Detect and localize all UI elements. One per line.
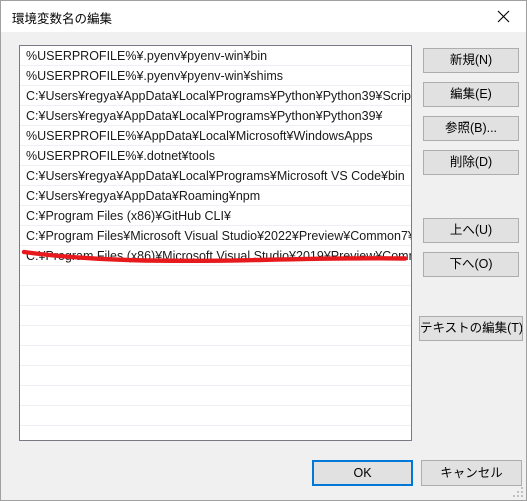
path-list[interactable]: %USERPROFILE%¥.pyenv¥pyenv-win¥bin %USERP… (19, 45, 412, 441)
list-item-empty (20, 326, 411, 346)
list-item[interactable]: C:¥Users¥regya¥AppData¥Local¥Programs¥Mi… (20, 166, 411, 186)
list-item-empty (20, 346, 411, 366)
close-button[interactable] (481, 1, 526, 31)
list-item[interactable]: C:¥Program Files (x86)¥GitHub CLI¥ (20, 206, 411, 226)
list-item-empty (20, 286, 411, 306)
list-item-empty (20, 386, 411, 406)
list-item[interactable]: C:¥Program Files (x86)¥Microsoft Visual … (20, 246, 411, 266)
list-item[interactable]: %USERPROFILE%¥.pyenv¥pyenv-win¥bin (20, 46, 411, 66)
move-down-button[interactable]: 下へ(O) (423, 252, 519, 277)
list-item[interactable]: %USERPROFILE%¥.dotnet¥tools (20, 146, 411, 166)
cancel-button[interactable]: キャンセル (421, 460, 522, 486)
move-up-button[interactable]: 上へ(U) (423, 218, 519, 243)
edit-text-button[interactable]: テキストの編集(T)... (419, 316, 523, 341)
edit-environment-variable-dialog: 環境変数名の編集 %USERPROFILE%¥.pyenv¥pyenv-win¥… (0, 0, 527, 501)
list-item[interactable]: %USERPROFILE%¥.pyenv¥pyenv-win¥shims (20, 66, 411, 86)
ok-button[interactable]: OK (312, 460, 413, 486)
resize-grip-icon[interactable] (511, 485, 523, 497)
list-item-empty (20, 366, 411, 386)
close-icon (497, 10, 510, 23)
edit-button[interactable]: 編集(E) (423, 82, 519, 107)
list-item[interactable]: C:¥Users¥regya¥AppData¥Local¥Programs¥Py… (20, 86, 411, 106)
list-item[interactable]: %USERPROFILE%¥AppData¥Local¥Microsoft¥Wi… (20, 126, 411, 146)
new-button[interactable]: 新規(N) (423, 48, 519, 73)
list-item-empty (20, 426, 411, 440)
list-item[interactable]: C:¥Program Files¥Microsoft Visual Studio… (20, 226, 411, 246)
list-item-empty (20, 406, 411, 426)
delete-button[interactable]: 削除(D) (423, 150, 519, 175)
list-item[interactable]: C:¥Users¥regya¥AppData¥Roaming¥npm (20, 186, 411, 206)
browse-button[interactable]: 参照(B)... (423, 116, 519, 141)
list-item[interactable]: C:¥Users¥regya¥AppData¥Local¥Programs¥Py… (20, 106, 411, 126)
title-bar: 環境変数名の編集 (1, 1, 526, 32)
list-item-empty (20, 266, 411, 286)
dialog-title: 環境変数名の編集 (12, 12, 113, 26)
list-item-empty (20, 306, 411, 326)
